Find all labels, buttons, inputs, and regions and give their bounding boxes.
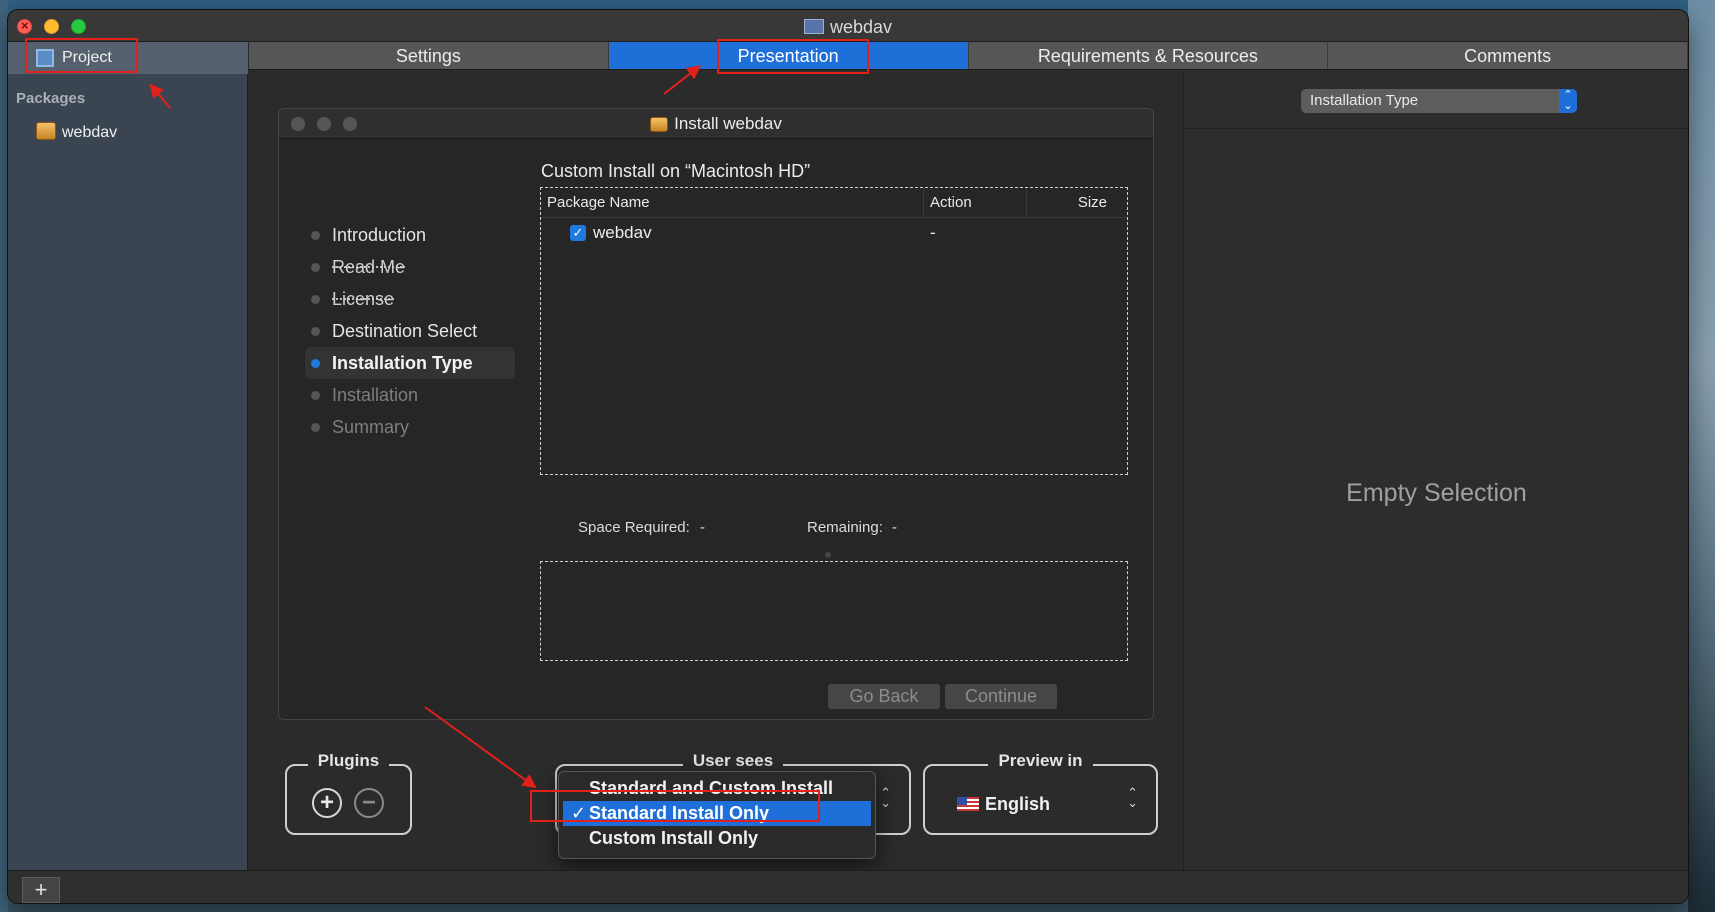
- tab-comments[interactable]: Comments: [1328, 42, 1688, 69]
- installer-steps: Introduction Read Me License Destination…: [305, 219, 515, 443]
- preview-stepper-icon[interactable]: ⌃ ⌄: [1127, 786, 1138, 809]
- step-bullet-icon: [311, 327, 320, 336]
- plugins-label: Plugins: [287, 751, 410, 771]
- step-label: License: [332, 289, 395, 309]
- step-installation-type[interactable]: Installation Type: [305, 347, 515, 379]
- inspector-type-select[interactable]: Installation Type ⌃ ⌄: [1301, 89, 1577, 113]
- tab-bar: Settings Presentation Requirements & Res…: [249, 42, 1688, 70]
- step-label: Introduction: [332, 225, 427, 245]
- tab-settings[interactable]: Settings: [249, 42, 609, 69]
- step-bullet-icon: [311, 391, 320, 400]
- step-destination-select[interactable]: Destination Select: [305, 315, 515, 347]
- sidebar: Project Packages webdav: [8, 42, 248, 870]
- step-label: Installation: [332, 385, 419, 405]
- preview-in-label-text: Preview in: [988, 751, 1093, 770]
- window-title-text: webdav: [829, 17, 893, 37]
- package-name-cell: webdav: [593, 223, 652, 242]
- preview-in-group: Preview in English ⌃ ⌄: [923, 751, 1158, 835]
- step-bullet-icon: [311, 359, 320, 368]
- window-title: webdav: [8, 17, 1688, 38]
- space-required-label: Space Required:: [578, 519, 690, 536]
- select-stepper-icon: ⌃ ⌄: [1559, 89, 1577, 113]
- inspector-pane: Installation Type ⌃ ⌄ Empty Selection: [1183, 71, 1688, 870]
- sidebar-item-package[interactable]: webdav: [36, 122, 117, 146]
- step-label: Destination Select: [332, 321, 478, 341]
- app-window: webdav Project Packages webdav Settings …: [8, 10, 1688, 903]
- document-icon: [803, 19, 824, 34]
- step-label: Summary: [332, 417, 410, 437]
- remove-plugin-button[interactable]: −: [354, 788, 384, 818]
- remaining-label: Remaining:: [807, 519, 883, 536]
- custom-install-title: Custom Install on “Macintosh HD”: [541, 161, 811, 181]
- tab-requirements-resources[interactable]: Requirements & Resources: [969, 42, 1329, 69]
- footer-bar: +: [8, 870, 1688, 903]
- us-flag-icon: [957, 797, 979, 811]
- installer-title-bar: Install webdav: [279, 109, 1153, 139]
- add-package-button[interactable]: +: [22, 877, 60, 903]
- description-box: [540, 561, 1128, 661]
- step-introduction[interactable]: Introduction: [305, 219, 515, 251]
- preview-language-select[interactable]: English: [957, 794, 1050, 815]
- step-bullet-icon: [311, 231, 320, 240]
- annotation-box-presentation: [717, 39, 869, 74]
- installer-preview: Install webdav Introduction Read Me Lice…: [278, 108, 1154, 720]
- step-bullet-icon: [311, 263, 320, 272]
- add-plugin-button[interactable]: +: [312, 788, 342, 818]
- package-table[interactable]: Package Name Action Size ✓ webdav -: [540, 187, 1128, 475]
- preview-in-label: Preview in: [925, 751, 1156, 771]
- step-summary[interactable]: Summary: [305, 411, 515, 443]
- installer-title: Install webdav: [279, 114, 1153, 134]
- installer-title-text: Install webdav: [674, 114, 782, 133]
- table-row[interactable]: ✓ webdav -: [541, 221, 1127, 247]
- menu-item-custom-only[interactable]: Custom Install Only: [559, 826, 875, 851]
- step-installation[interactable]: Installation: [305, 379, 515, 411]
- step-bullet-icon: [311, 423, 320, 432]
- column-header-package-name[interactable]: Package Name: [541, 188, 924, 218]
- package-icon: [36, 122, 56, 140]
- step-license[interactable]: License: [305, 283, 515, 315]
- plugins-group: Plugins + −: [285, 751, 412, 835]
- step-label: Installation Type: [332, 353, 473, 373]
- package-icon: [650, 117, 669, 132]
- annotation-box-project: [25, 38, 138, 73]
- step-read-me[interactable]: Read Me: [305, 251, 515, 283]
- split-handle[interactable]: [825, 552, 831, 558]
- space-required-value: -: [700, 519, 705, 536]
- annotation-box-standard-only: [530, 790, 820, 822]
- step-bullet-icon: [311, 295, 320, 304]
- package-action-cell: -: [930, 223, 936, 242]
- presentation-editor: Install webdav Introduction Read Me Lice…: [249, 71, 1183, 870]
- package-checkbox[interactable]: ✓: [570, 225, 586, 241]
- user-sees-stepper-icon[interactable]: ⌃ ⌄: [880, 786, 891, 809]
- title-bar: webdav: [8, 10, 1688, 42]
- preview-language-value: English: [985, 794, 1051, 814]
- step-label: Read Me: [332, 257, 406, 277]
- sidebar-section-packages: Packages: [16, 90, 86, 107]
- continue-button[interactable]: Continue: [945, 684, 1057, 709]
- column-header-size[interactable]: Size: [1027, 188, 1127, 218]
- column-header-action[interactable]: Action: [924, 188, 1027, 218]
- remaining-value: -: [892, 519, 897, 536]
- empty-selection-text: Empty Selection: [1346, 479, 1527, 507]
- desktop-background-right: [1688, 0, 1715, 912]
- inspector-divider: [1184, 128, 1688, 129]
- user-sees-label: User sees: [557, 751, 909, 771]
- inspector-type-value: Installation Type: [1310, 92, 1419, 109]
- desktop-background-left: [0, 0, 8, 912]
- plugins-label-text: Plugins: [307, 751, 390, 770]
- user-sees-label-text: User sees: [682, 751, 784, 770]
- sidebar-item-package-label: webdav: [62, 124, 118, 141]
- go-back-button[interactable]: Go Back: [828, 684, 940, 709]
